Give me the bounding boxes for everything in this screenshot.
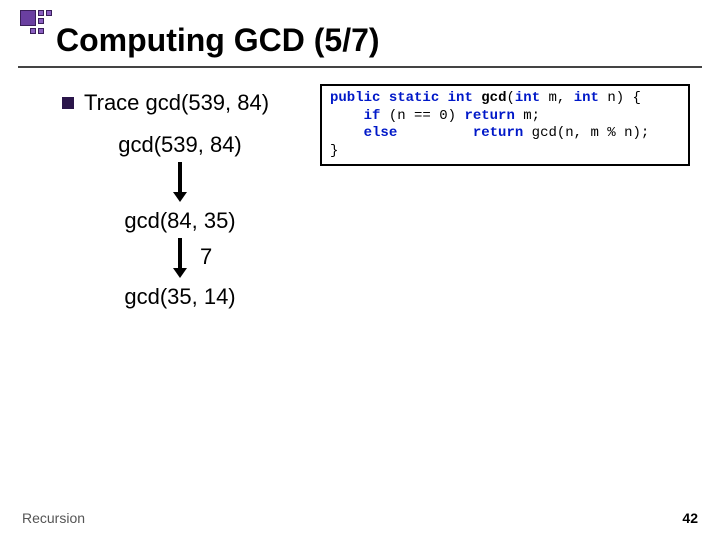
code-text: ( xyxy=(507,90,515,106)
code-text: m; xyxy=(515,108,540,124)
title-divider xyxy=(18,66,702,68)
code-text: gcd(n, m % n); xyxy=(523,125,649,141)
kw-int: int xyxy=(515,90,540,106)
fn-name: gcd xyxy=(481,90,506,106)
code-text: } xyxy=(330,143,338,159)
arrow-1: 7 xyxy=(100,238,260,280)
kw-else: else xyxy=(364,125,398,141)
logo-squares-icon xyxy=(20,8,54,42)
code-text: (n == 0) xyxy=(380,108,464,124)
kw-if: if xyxy=(364,108,381,124)
bullet-text: Trace gcd(539, 84) xyxy=(84,90,269,116)
kw-return: return xyxy=(464,108,514,124)
kw-public: public xyxy=(330,90,380,106)
page-number: 42 xyxy=(682,510,698,526)
kw-static: static xyxy=(389,90,439,106)
code-text xyxy=(397,125,473,141)
call-trace: gcd(539, 84) gcd(84, 35) 7 gcd(35, 14) xyxy=(100,132,260,310)
kw-int: int xyxy=(574,90,599,106)
trace-call-1: gcd(84, 35) xyxy=(100,208,260,234)
arrow-0 xyxy=(100,162,260,204)
footer-topic: Recursion xyxy=(22,510,85,526)
slide-body: Trace gcd(539, 84) gcd(539, 84) gcd(84, … xyxy=(0,82,720,498)
slide: Computing GCD (5/7) Trace gcd(539, 84) g… xyxy=(0,0,720,540)
code-text: n) { xyxy=(599,90,641,106)
square-bullet-icon xyxy=(62,97,74,109)
trace-call-0: gcd(539, 84) xyxy=(100,132,260,158)
down-arrow-icon xyxy=(173,162,187,202)
code-box: public static int gcd(int m, int n) { if… xyxy=(320,84,690,166)
slide-title: Computing GCD (5/7) xyxy=(56,22,380,59)
bullet-row: Trace gcd(539, 84) xyxy=(62,90,269,116)
code-text: m, xyxy=(540,90,574,106)
kw-int: int xyxy=(448,90,473,106)
code-text xyxy=(330,108,364,124)
trace-result: 7 xyxy=(200,244,212,270)
code-text xyxy=(330,125,364,141)
down-arrow-icon xyxy=(173,238,187,278)
kw-return: return xyxy=(473,125,523,141)
trace-call-2: gcd(35, 14) xyxy=(100,284,260,310)
